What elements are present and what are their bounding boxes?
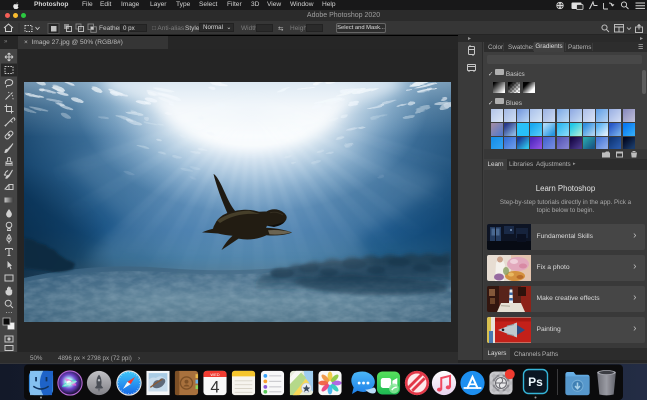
svg-text:4: 4 xyxy=(210,378,219,396)
svg-text:WED: WED xyxy=(210,372,219,377)
svg-text:Ps: Ps xyxy=(528,375,543,389)
svg-text:⋯: ⋯ xyxy=(6,310,13,317)
